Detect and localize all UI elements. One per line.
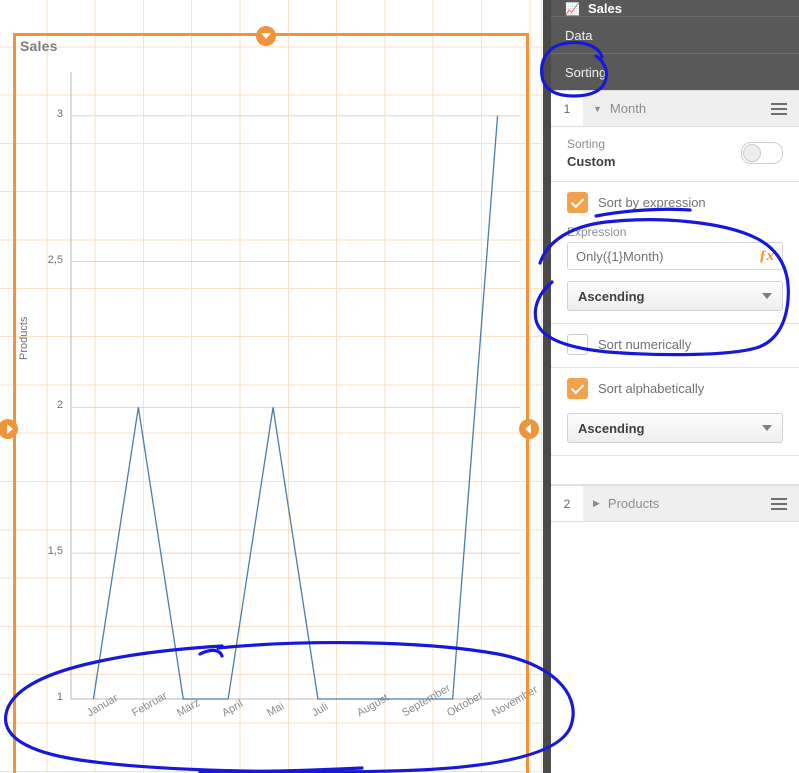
chevron-down-icon[interactable]: ▼ bbox=[593, 104, 602, 114]
dimension-row-products[interactable]: 2 ▶ Products bbox=[551, 485, 799, 522]
expression-sort-direction-select[interactable]: Ascending bbox=[567, 281, 783, 311]
expression-sort-direction-value: Ascending bbox=[578, 288, 645, 304]
toggle-knob bbox=[743, 144, 761, 162]
fx-icon[interactable]: ƒx bbox=[759, 248, 774, 265]
sort-numerically-checkbox-row[interactable]: Sort numerically bbox=[567, 334, 783, 355]
chevron-left-icon bbox=[524, 424, 531, 434]
chart-svg bbox=[70, 72, 520, 700]
chevron-down-icon bbox=[261, 33, 271, 39]
sorting-field-label: Sorting bbox=[567, 137, 606, 151]
panel-spacer bbox=[551, 456, 799, 485]
sort-by-expression-checkbox[interactable] bbox=[567, 192, 588, 213]
resize-handle-right[interactable] bbox=[519, 419, 539, 439]
chevron-down-icon bbox=[762, 293, 772, 299]
dimension-label: Month bbox=[609, 101, 647, 116]
chevron-right-icon[interactable]: ▶ bbox=[593, 498, 600, 509]
drag-handle-icon[interactable] bbox=[771, 497, 787, 510]
property-panel: 📈 Sales Data Sorting 1 ▼ Month Sorting C… bbox=[543, 0, 799, 773]
chart-title: Sales bbox=[20, 38, 58, 54]
sort-numerically-section: Sort numerically bbox=[551, 324, 799, 368]
drag-handle-icon[interactable] bbox=[771, 102, 787, 115]
tab-sorting[interactable]: Sorting bbox=[551, 53, 799, 90]
sort-alphabetically-label: Sort alphabetically bbox=[598, 381, 705, 396]
expression-input[interactable]: Only({1}Month) ƒx bbox=[567, 242, 783, 270]
dimension-label: Products bbox=[607, 496, 660, 511]
sort-alphabetically-checkbox[interactable] bbox=[567, 378, 588, 399]
sorting-field-value: Custom bbox=[567, 154, 616, 169]
expression-value: Only({1}Month) bbox=[576, 248, 664, 264]
sorting-section: Sorting Custom bbox=[551, 127, 799, 182]
line-chart-icon: 📈 bbox=[565, 2, 580, 16]
tab-data-label: Data bbox=[565, 27, 593, 43]
y-tick-label: 1 bbox=[56, 691, 63, 703]
y-axis-label: Products bbox=[18, 316, 30, 360]
y-tick-label: 2,5 bbox=[47, 253, 63, 266]
alphabetical-sort-direction-value: Ascending bbox=[578, 420, 645, 436]
screen: 1 1,5 2 2,5 3 Januar Februar März April Mai Juli Au… bbox=[0, 0, 799, 773]
panel-header: 📈 Sales bbox=[551, 0, 799, 16]
sort-numerically-label: Sort numerically bbox=[598, 337, 692, 352]
expression-label: Expression bbox=[567, 225, 627, 239]
tab-data[interactable]: Data bbox=[551, 16, 799, 53]
line-chart-plot: 1 1,5 2 2,5 3 Januar Februar März April Mai Juli Au… bbox=[0, 0, 543, 773]
sort-alphabetically-section: Sort alphabetically Ascending bbox=[551, 368, 799, 456]
panel-header-title: Sales bbox=[587, 1, 622, 16]
chart-canvas[interactable]: 1 1,5 2 2,5 3 Januar Februar März April Mai Juli Au… bbox=[0, 0, 543, 773]
sort-numerically-checkbox[interactable] bbox=[567, 334, 588, 355]
sort-alphabetically-checkbox-row[interactable]: Sort alphabetically bbox=[567, 378, 783, 399]
chevron-down-icon bbox=[762, 425, 772, 431]
dimension-index: 2 bbox=[551, 486, 583, 521]
y-tick-label: 1,5 bbox=[47, 545, 63, 558]
sort-by-expression-checkbox-row[interactable]: Sort by expression bbox=[567, 192, 783, 213]
sort-by-expression-label: Sort by expression bbox=[598, 195, 706, 210]
dimension-index: 1 bbox=[551, 91, 583, 126]
tab-sorting-label: Sorting bbox=[565, 64, 607, 80]
dimension-row-month[interactable]: 1 ▼ Month bbox=[551, 90, 799, 127]
resize-handle-top[interactable] bbox=[256, 26, 276, 46]
y-tick-label: 3 bbox=[56, 107, 63, 120]
alphabetical-sort-direction-select[interactable]: Ascending bbox=[567, 413, 783, 443]
sorting-auto-toggle[interactable] bbox=[741, 142, 783, 164]
chevron-right-icon bbox=[6, 424, 13, 434]
sort-by-expression-section: Sort by expression Expression Only({1}Mo… bbox=[551, 182, 799, 324]
y-tick-label: 2 bbox=[56, 399, 63, 412]
